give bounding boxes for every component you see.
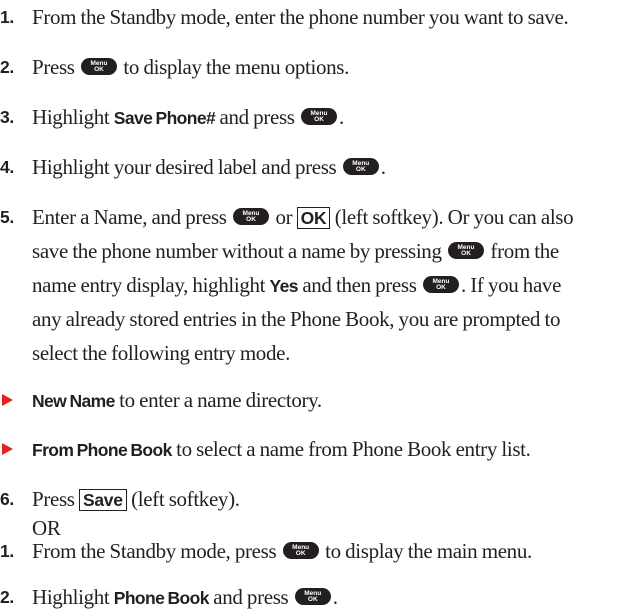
step-text: Press xyxy=(32,55,75,79)
step-text: Highlight xyxy=(32,585,110,609)
step-text: and press xyxy=(219,105,295,129)
step-text: and press xyxy=(213,585,289,609)
menu-ok-button-icon: Menu OK xyxy=(301,108,338,125)
step-text: save the phone number without a name by … xyxy=(32,239,442,263)
step-text: any already stored entries in the Phone … xyxy=(32,307,561,331)
step-text: . xyxy=(380,155,386,179)
menu-ok-button-icon: Menu OK xyxy=(448,242,485,259)
step-text: to display the main menu. xyxy=(325,539,532,563)
step-number: 3. xyxy=(0,107,14,127)
step-text: Press xyxy=(32,487,75,511)
menu-item-name: Yes xyxy=(269,276,299,296)
arrow-right-icon xyxy=(2,394,13,406)
option-name: From Phone Book xyxy=(32,440,172,460)
step-text: to display the menu options. xyxy=(123,55,350,79)
menu-ok-button-icon: Menu OK xyxy=(422,276,459,293)
ok-softkey-label: OK xyxy=(296,207,331,229)
step-text: From the Standby mode, press xyxy=(32,539,277,563)
option-name: New Name xyxy=(32,391,115,411)
menu-ok-button-icon: Menu OK xyxy=(342,158,379,175)
step-text: Enter a Name, and press xyxy=(32,205,227,229)
step-text: . xyxy=(332,585,338,609)
step-text: From the Standby mode, enter the phone n… xyxy=(32,5,569,29)
option-text: to select a name from Phone Book entry l… xyxy=(176,437,531,461)
step-text: . If you have xyxy=(460,273,562,297)
step-number: 5. xyxy=(0,207,14,227)
step-text: Highlight xyxy=(32,105,110,129)
step-number: 2. xyxy=(0,587,14,607)
step-number: 2. xyxy=(0,57,14,77)
step-number: 4. xyxy=(0,157,14,177)
option-text: to enter a name directory. xyxy=(119,388,322,412)
step-number: 1. xyxy=(0,541,14,561)
menu-ok-button-icon: Menu OK xyxy=(282,542,319,559)
step-text: name entry display, highlight xyxy=(32,273,266,297)
step-text: select the following entry mode. xyxy=(32,341,290,365)
step-text: or xyxy=(275,205,293,229)
menu-ok-button-icon: Menu OK xyxy=(233,208,270,225)
step-number: 6. xyxy=(0,489,14,509)
step-number: 1. xyxy=(0,7,14,27)
menu-ok-button-icon: Menu OK xyxy=(294,588,331,605)
step-text: . xyxy=(339,105,344,129)
menu-item-name: Phone Book xyxy=(113,588,210,608)
menu-item-name: Save Phone# xyxy=(113,108,216,128)
step-text: and then press xyxy=(302,273,417,297)
save-softkey-label: Save xyxy=(79,489,127,511)
step-text: from the xyxy=(490,239,559,263)
arrow-right-icon xyxy=(2,443,13,455)
step-text: (left softkey). xyxy=(131,487,240,511)
step-text: Highlight your desired label and press xyxy=(32,155,337,179)
menu-ok-button-icon: Menu OK xyxy=(81,58,117,75)
step-text: (left softkey). Or you can also xyxy=(334,205,574,229)
